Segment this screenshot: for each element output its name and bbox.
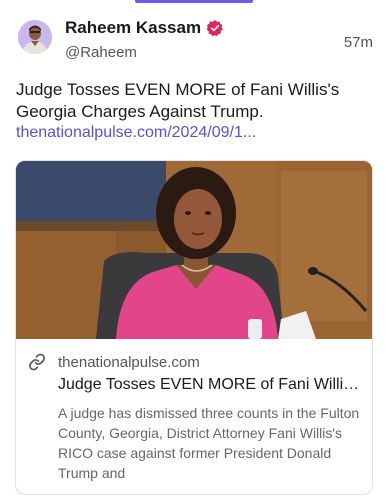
post-timestamp: 57m (343, 34, 373, 51)
article-image (16, 161, 372, 339)
author-name-row: Raheem Kassam (65, 18, 224, 38)
post-link[interactable]: thenationalpulse.com/2024/09/1... (16, 124, 372, 142)
post-text: Judge Tosses EVEN MORE of Fani Willis's … (16, 80, 340, 121)
card-domain-row: thenationalpulse.com (28, 353, 200, 371)
card-description: A judge has dismissed three counts in th… (58, 405, 360, 481)
link-icon (28, 353, 46, 371)
author-name[interactable]: Raheem Kassam (65, 18, 201, 38)
active-tab-indicator (135, 0, 253, 3)
card-title[interactable]: Judge Tosses EVEN MORE of Fani Willis's … (58, 376, 364, 394)
link-preview-card[interactable]: thenationalpulse.com Judge Tosses EVEN M… (15, 160, 373, 495)
post-header: Raheem Kassam @Raheem 57m (18, 18, 373, 62)
card-domain: thenationalpulse.com (58, 353, 200, 371)
avatar[interactable] (18, 20, 52, 54)
author-handle[interactable]: @Raheem (65, 44, 137, 61)
verified-badge-icon (206, 19, 224, 37)
